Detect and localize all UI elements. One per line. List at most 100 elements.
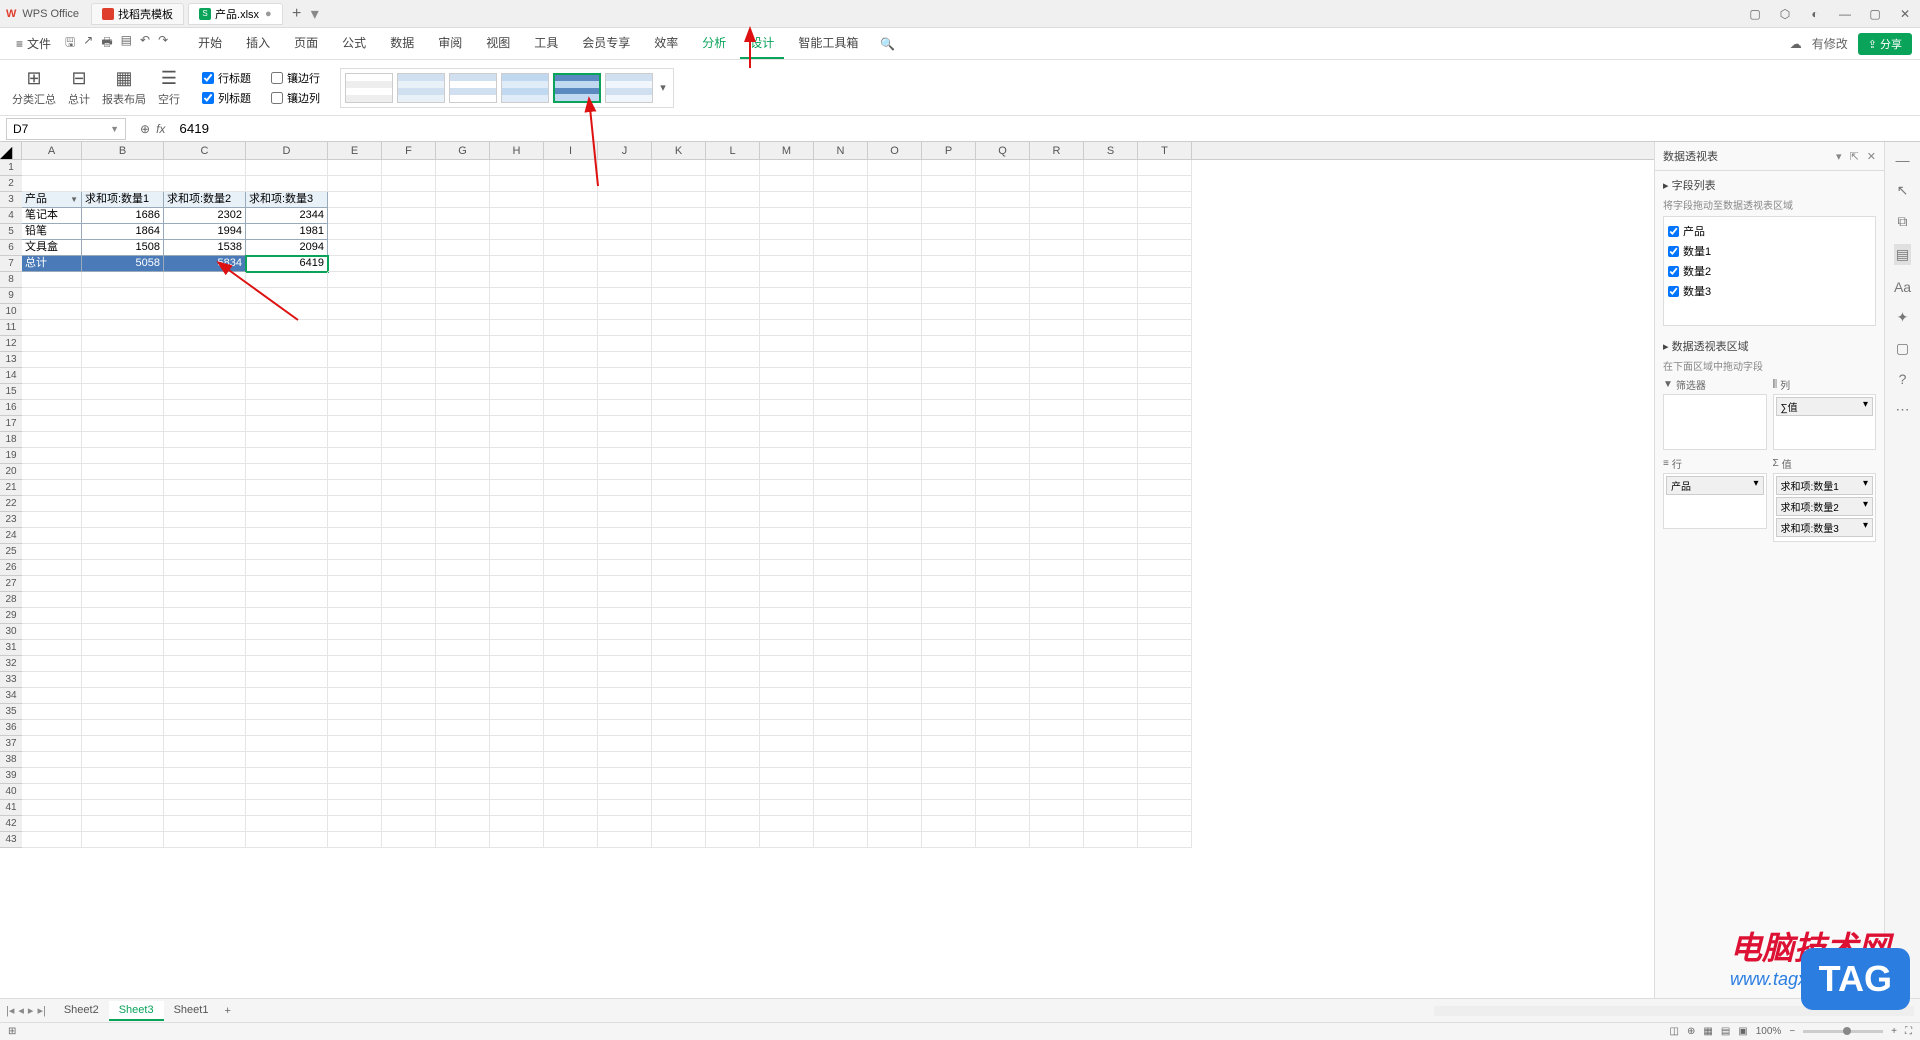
cell-I41[interactable]: [544, 800, 598, 816]
cell-I38[interactable]: [544, 752, 598, 768]
cell-G4[interactable]: [436, 208, 490, 224]
cell-K14[interactable]: [652, 368, 706, 384]
fx-icon[interactable]: fx: [156, 122, 165, 136]
cell-D16[interactable]: [246, 400, 328, 416]
cell-Q34[interactable]: [976, 688, 1030, 704]
fullscreen-icon[interactable]: ⛶: [1905, 1026, 1912, 1037]
cell-E31[interactable]: [328, 640, 382, 656]
cell-O5[interactable]: [868, 224, 922, 240]
col-header-T[interactable]: T: [1138, 142, 1192, 159]
cell-S43[interactable]: [1084, 832, 1138, 848]
field-产品[interactable]: 产品: [1668, 221, 1871, 241]
cell-S29[interactable]: [1084, 608, 1138, 624]
cell-A26[interactable]: [22, 560, 82, 576]
cell-C31[interactable]: [164, 640, 246, 656]
cell-Q4[interactable]: [976, 208, 1030, 224]
row-header-6[interactable]: 6: [0, 240, 22, 256]
cell-B8[interactable]: [82, 272, 164, 288]
cell-R9[interactable]: [1030, 288, 1084, 304]
cell-D18[interactable]: [246, 432, 328, 448]
cell-B19[interactable]: [82, 448, 164, 464]
row-header-32[interactable]: 32: [0, 656, 22, 672]
cell-C22[interactable]: [164, 496, 246, 512]
cell-J11[interactable]: [598, 320, 652, 336]
cell-C25[interactable]: [164, 544, 246, 560]
cell-M37[interactable]: [760, 736, 814, 752]
check-banded-row[interactable]: 镶边行: [271, 70, 320, 86]
cell-S42[interactable]: [1084, 816, 1138, 832]
cell-S34[interactable]: [1084, 688, 1138, 704]
cell-B28[interactable]: [82, 592, 164, 608]
cell-P34[interactable]: [922, 688, 976, 704]
cell-Q5[interactable]: [976, 224, 1030, 240]
cell-O33[interactable]: [868, 672, 922, 688]
cell-G21[interactable]: [436, 480, 490, 496]
cell-S13[interactable]: [1084, 352, 1138, 368]
cell-J21[interactable]: [598, 480, 652, 496]
rows-area[interactable]: 产品▾: [1663, 473, 1767, 529]
cell-G25[interactable]: [436, 544, 490, 560]
cell-H28[interactable]: [490, 592, 544, 608]
cell-F21[interactable]: [382, 480, 436, 496]
cell-E1[interactable]: [328, 160, 382, 176]
cell-E42[interactable]: [328, 816, 382, 832]
cell-O21[interactable]: [868, 480, 922, 496]
view-normal-icon[interactable]: ▦: [1703, 1026, 1712, 1037]
cell-T32[interactable]: [1138, 656, 1192, 672]
cell-F43[interactable]: [382, 832, 436, 848]
cell-B12[interactable]: [82, 336, 164, 352]
cell-P37[interactable]: [922, 736, 976, 752]
cell-C24[interactable]: [164, 528, 246, 544]
cell-H4[interactable]: [490, 208, 544, 224]
cell-N40[interactable]: [814, 784, 868, 800]
ribbon-subtotal[interactable]: ⊞分类汇总: [12, 68, 56, 107]
cell-I1[interactable]: [544, 160, 598, 176]
view-icon-2[interactable]: ⊕: [1687, 1026, 1695, 1037]
cell-M3[interactable]: [760, 192, 814, 208]
cell-Q3[interactable]: [976, 192, 1030, 208]
cell-M26[interactable]: [760, 560, 814, 576]
cell-O20[interactable]: [868, 464, 922, 480]
cell-K36[interactable]: [652, 720, 706, 736]
cell-O28[interactable]: [868, 592, 922, 608]
cell-T40[interactable]: [1138, 784, 1192, 800]
image-tool-icon[interactable]: ▢: [1896, 340, 1909, 357]
row-header-14[interactable]: 14: [0, 368, 22, 384]
cell-A29[interactable]: [22, 608, 82, 624]
cell-P32[interactable]: [922, 656, 976, 672]
cell-T28[interactable]: [1138, 592, 1192, 608]
cell-A4[interactable]: 笔记本: [22, 208, 82, 224]
cell-G33[interactable]: [436, 672, 490, 688]
cell-J17[interactable]: [598, 416, 652, 432]
cell-P42[interactable]: [922, 816, 976, 832]
cell-S15[interactable]: [1084, 384, 1138, 400]
cell-J41[interactable]: [598, 800, 652, 816]
cell-I42[interactable]: [544, 816, 598, 832]
cell-E4[interactable]: [328, 208, 382, 224]
cell-I7[interactable]: [544, 256, 598, 272]
cell-K27[interactable]: [652, 576, 706, 592]
area-chip[interactable]: 求和项:数量2▾: [1776, 497, 1874, 516]
formula-input[interactable]: [173, 118, 1920, 140]
cell-B5[interactable]: 1864: [82, 224, 164, 240]
cell-C13[interactable]: [164, 352, 246, 368]
cell-C4[interactable]: 2302: [164, 208, 246, 224]
menu-tab-效率[interactable]: 效率: [644, 28, 688, 59]
col-header-L[interactable]: L: [706, 142, 760, 159]
cell-K31[interactable]: [652, 640, 706, 656]
cell-O34[interactable]: [868, 688, 922, 704]
cell-T24[interactable]: [1138, 528, 1192, 544]
cell-S12[interactable]: [1084, 336, 1138, 352]
cell-I4[interactable]: [544, 208, 598, 224]
cell-J33[interactable]: [598, 672, 652, 688]
row-header-19[interactable]: 19: [0, 448, 22, 464]
cell-E15[interactable]: [328, 384, 382, 400]
cell-S40[interactable]: [1084, 784, 1138, 800]
cell-N27[interactable]: [814, 576, 868, 592]
cell-I30[interactable]: [544, 624, 598, 640]
cell-K37[interactable]: [652, 736, 706, 752]
cell-S9[interactable]: [1084, 288, 1138, 304]
cell-C33[interactable]: [164, 672, 246, 688]
cell-T8[interactable]: [1138, 272, 1192, 288]
row-header-38[interactable]: 38: [0, 752, 22, 768]
